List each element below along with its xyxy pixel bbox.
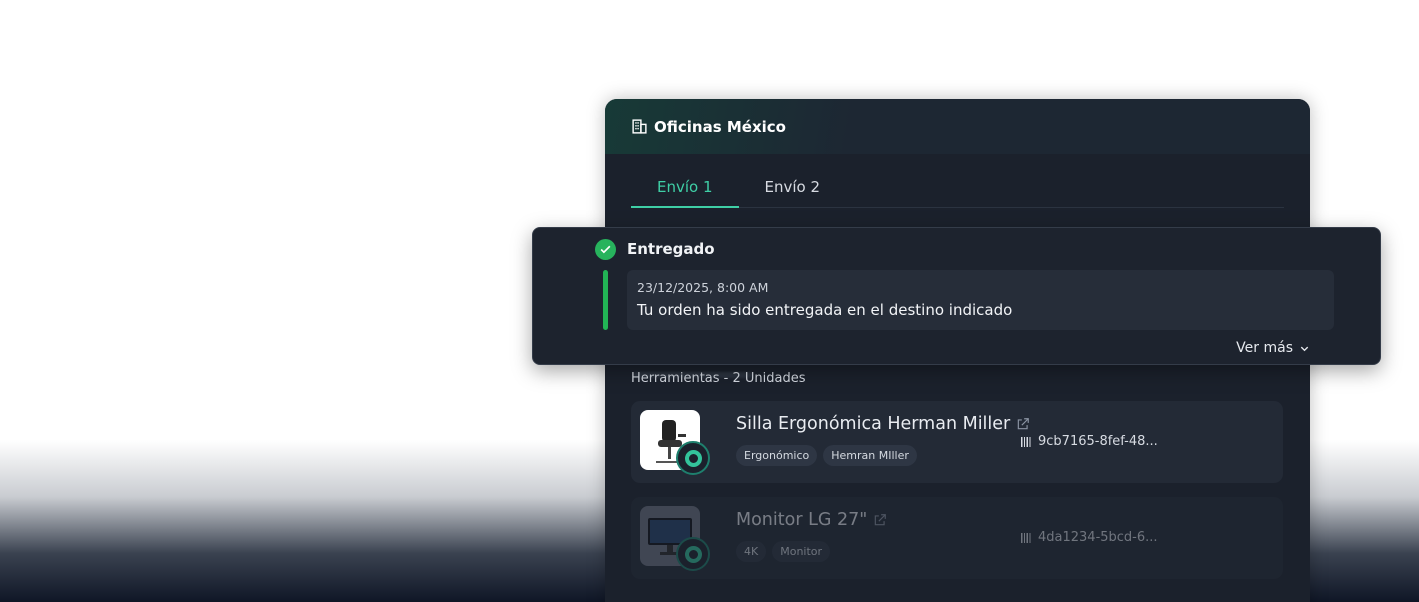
chevron-down-icon: [1300, 346, 1309, 351]
product-tags: Ergonómico Hemran MIller: [736, 445, 917, 466]
delivery-status-popup: Entregado 23/12/2025, 8:00 AM Tu orden h…: [532, 227, 1381, 365]
tag: 4K: [736, 541, 767, 562]
product-name: Monitor LG 27": [736, 510, 887, 530]
brand-badge-icon: [676, 537, 710, 571]
tag: Ergonómico: [736, 445, 818, 466]
barcode-icon: [1021, 532, 1031, 543]
shipment-tabs: Envío 1 Envío 2: [631, 172, 1284, 208]
building-icon: [632, 119, 647, 134]
event-date: 23/12/2025, 8:00 AM: [637, 280, 769, 295]
tag: Monitor: [772, 541, 831, 562]
product-name: Silla Ergonómica Herman Miller: [736, 414, 1030, 434]
card-title: Oficinas México: [654, 117, 786, 136]
tab-envio-1[interactable]: Envío 1: [631, 172, 739, 208]
check-circle-icon: [595, 239, 616, 260]
tag: Hemran MIller: [823, 445, 917, 466]
tab-envio-2[interactable]: Envío 2: [739, 172, 847, 208]
section-label: Herramientas - 2 Unidades: [631, 371, 806, 386]
external-link-icon[interactable]: [1016, 417, 1030, 431]
ver-mas-button[interactable]: Ver más: [1236, 340, 1310, 356]
product-tags: 4K Monitor: [736, 541, 831, 562]
barcode-icon: [1021, 436, 1031, 447]
product-row[interactable]: Monitor LG 27" 4K Monitor 4da1234-5bcd-6…: [631, 497, 1283, 579]
serial-number: 9cb7165-8fef-48...: [1021, 434, 1158, 449]
status-event: 23/12/2025, 8:00 AM Tu orden ha sido ent…: [627, 270, 1334, 330]
external-link-icon[interactable]: [873, 513, 887, 527]
card-header: Oficinas México: [605, 99, 1310, 154]
timeline-bar: [603, 270, 608, 330]
product-row[interactable]: Silla Ergonómica Herman Miller Ergonómic…: [631, 401, 1283, 483]
event-message: Tu orden ha sido entregada en el destino…: [637, 301, 1013, 319]
serial-number: 4da1234-5bcd-6...: [1021, 530, 1158, 545]
status-title: Entregado: [627, 240, 715, 258]
brand-badge-icon: [676, 441, 710, 475]
